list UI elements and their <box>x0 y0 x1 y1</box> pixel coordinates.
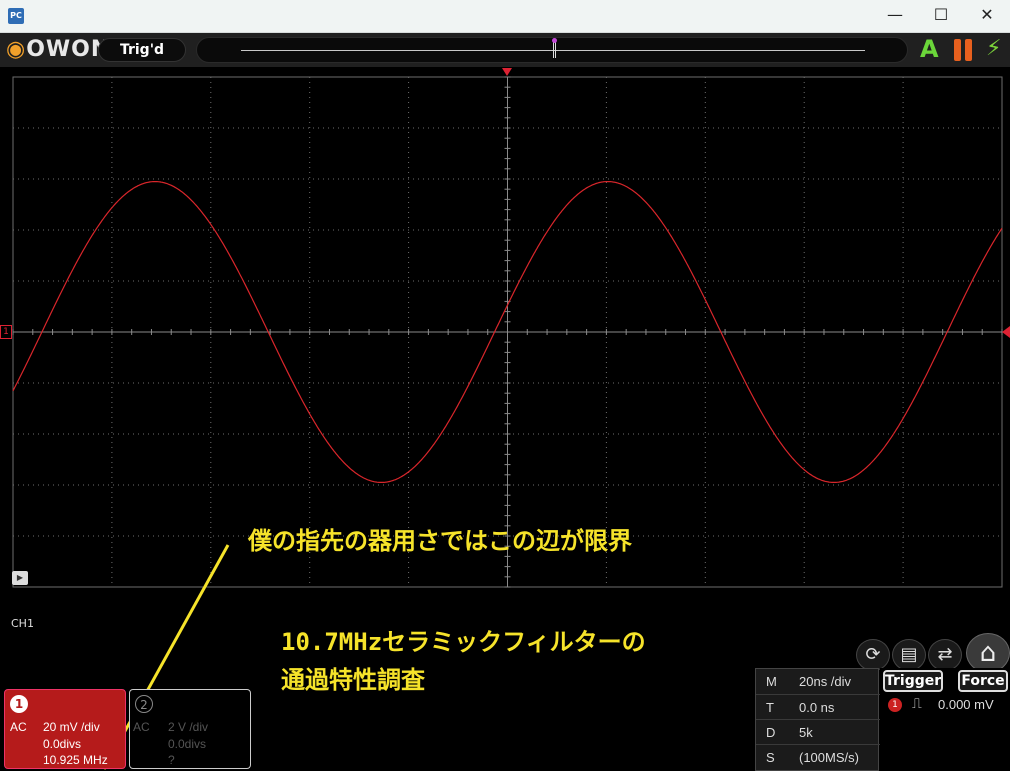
trigger-level-marker[interactable] <box>1002 326 1010 338</box>
ch2-frequency: ? <box>168 753 175 767</box>
rising-edge-icon[interactable]: ⎍ <box>912 696 922 712</box>
refresh-icon[interactable]: ⟳ <box>856 639 890 671</box>
scope-screen: 1 ▶ CH1 僕の指先の器用さではこの辺が限界 10.7MHzセラミックフィル… <box>0 67 1010 771</box>
timeline-window-marker[interactable] <box>553 41 556 58</box>
timebase-key: M <box>766 674 777 689</box>
timebase-value: 0.0 ns <box>799 700 835 715</box>
ch1-offset-marker[interactable]: 1 <box>0 325 12 339</box>
timeline-trigger-dot <box>552 38 557 43</box>
caption-line-1: 10.7MHzセラミックフィルターの <box>281 628 646 656</box>
trigger-channel-badge: 1 <box>888 698 902 712</box>
caption-line-2: 通過特性調査 <box>281 666 425 694</box>
action-icons: ⟳ ▤ ⇄ ⌂ <box>856 633 1010 673</box>
timebase-row: S (100MS/s) <box>756 744 880 769</box>
timebase-panel[interactable]: M 20ns /div T 0.0 ns D 5k S (100MS/s) <box>755 668 880 771</box>
app-icon: PC <box>8 8 24 24</box>
timebase-key: S <box>766 750 775 765</box>
trigger-position-marker[interactable] <box>502 68 512 76</box>
timebase-key: T <box>766 700 774 715</box>
trigger-level-value: 0.000 mV <box>938 697 994 712</box>
trigger-button[interactable]: Trigger <box>883 670 943 692</box>
timebase-value: 5k <box>799 725 813 740</box>
pause-icon[interactable] <box>954 39 974 61</box>
ch2-badge: 2 <box>135 695 153 713</box>
ch1-coupling: AC <box>10 720 27 734</box>
ch1-panel[interactable]: 1 AC 20 mV /div 0.0divs 10.925 MHz <box>4 689 126 769</box>
minimize-button[interactable]: — <box>872 0 918 32</box>
ch2-scale: 2 V /div <box>168 720 209 734</box>
ch1-frequency: 10.925 MHz <box>43 753 108 767</box>
window-titlebar: PC — ☐ ✕ <box>0 0 1010 33</box>
annotation-text: 僕の指先の器用さではこの辺が限界 <box>248 527 632 555</box>
autoset-icon[interactable]: A <box>920 36 942 62</box>
ch1-offset: 0.0divs <box>43 737 82 751</box>
owon-logo: ◉OWON <box>6 37 111 62</box>
channel-label: CH1 <box>11 617 34 630</box>
timebase-value: 20ns /div <box>799 674 852 689</box>
ch2-coupling: AC <box>133 720 150 734</box>
force-button[interactable]: Force <box>958 670 1008 692</box>
ch2-offset: 0.0divs <box>168 737 207 751</box>
close-button[interactable]: ✕ <box>964 0 1010 32</box>
lightning-icon[interactable]: ⚡ <box>986 36 1001 62</box>
maximize-button[interactable]: ☐ <box>918 0 964 32</box>
timebase-row: T 0.0 ns <box>756 694 880 719</box>
ch2-panel[interactable]: 2 AC 2 V /div 0.0divs ? <box>129 689 251 769</box>
timebase-key: D <box>766 725 776 740</box>
play-icon[interactable]: ▶ <box>12 571 28 585</box>
export-icon[interactable]: ⇄ <box>928 639 962 671</box>
timebase-row: M 20ns /div <box>756 669 880 694</box>
save-icon[interactable]: ▤ <box>892 639 926 671</box>
ch1-badge: 1 <box>10 695 28 713</box>
ch1-scale: 20 mV /div <box>43 720 100 734</box>
trigger-panel: Trigger Force 1 ⎍ 0.000 mV <box>880 668 1010 771</box>
timeline-bar[interactable] <box>196 37 908 63</box>
trigger-status-badge: Trig'd <box>98 38 186 62</box>
timebase-row: D 5k <box>756 719 880 744</box>
timebase-value: (100MS/s) <box>799 750 859 765</box>
home-icon[interactable]: ⌂ <box>966 633 1010 673</box>
